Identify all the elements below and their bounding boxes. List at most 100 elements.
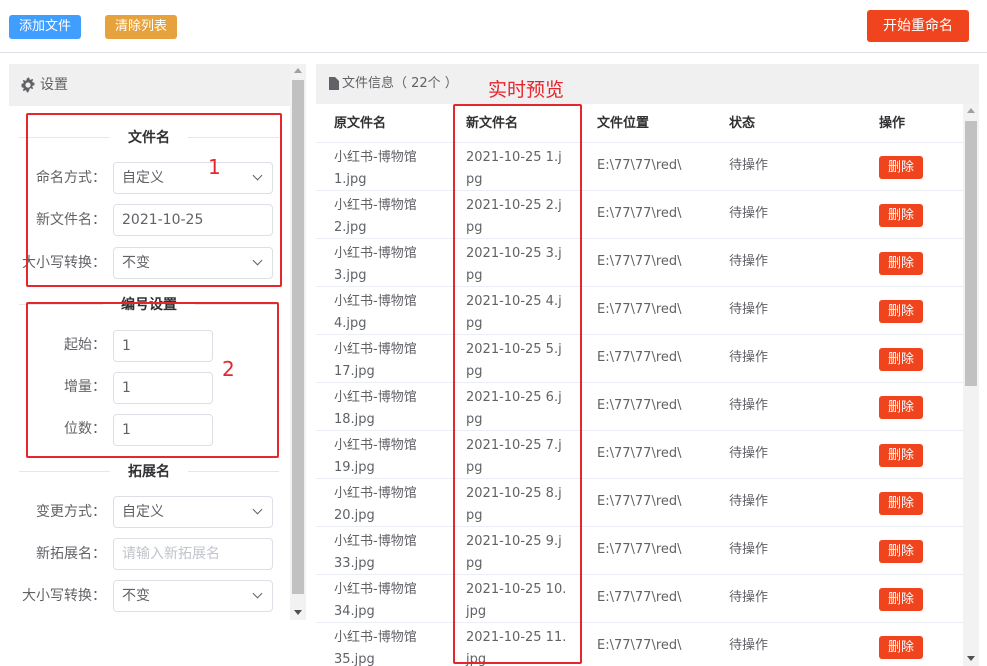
- settings-scrollbar[interactable]: [290, 64, 306, 620]
- scroll-down-icon[interactable]: [967, 656, 975, 661]
- delete-button[interactable]: 删除: [879, 636, 923, 659]
- naming-mode-label: 命名方式：: [36, 170, 106, 186]
- table-row: 小红书-博物馆 1.jpg 2021-10-25 1.j pg E:\77\77\red…: [316, 143, 963, 191]
- column-original-name: 原文件名: [334, 116, 387, 131]
- case-convert-select[interactable]: 不变: [113, 247, 273, 279]
- top-toolbar: 添加文件 清除列表 开始重命名: [0, 0, 987, 53]
- file-info-title: 文件信息（ 22个 ）: [342, 76, 458, 91]
- scroll-up-icon[interactable]: [967, 108, 975, 113]
- delete-button[interactable]: 删除: [879, 252, 923, 275]
- original-name-line: 小红书-博物馆: [334, 534, 417, 549]
- new-name-cell: 2021-10-25 1.j pg: [466, 147, 581, 191]
- case-convert-label: 大小写转换：: [22, 255, 106, 271]
- ext-mode-select[interactable]: 自定义: [113, 496, 273, 528]
- new-name-line: jpg: [466, 604, 487, 619]
- new-name-cell: 2021-10-25 4.j pg: [466, 291, 581, 335]
- clear-list-button[interactable]: 清除列表: [105, 15, 177, 39]
- status-cell: 待操作: [729, 350, 769, 365]
- table-row: 小红书-博物馆 33.jpg 2021-10-25 9.j pg E:\77\77\re…: [316, 527, 963, 575]
- status-cell: 待操作: [729, 590, 769, 605]
- new-filename-input[interactable]: [113, 204, 273, 236]
- ext-case-select[interactable]: 不变: [113, 580, 273, 612]
- original-name-cell: 小红书-博物馆 3.jpg: [334, 243, 444, 287]
- settings-panel: 设置 文件名 命名方式： 自定义 新文件名： 大小写转换： 不变 编号设置 起始…: [9, 64, 306, 620]
- add-files-button[interactable]: 添加文件: [9, 15, 81, 39]
- scrollbar-thumb[interactable]: [965, 121, 977, 386]
- digits-input[interactable]: [113, 414, 213, 446]
- delete-button[interactable]: 删除: [879, 300, 923, 323]
- settings-header: 设置: [9, 64, 290, 106]
- original-name-cell: 小红书-博物馆 20.jpg: [334, 483, 444, 527]
- scroll-up-icon[interactable]: [294, 68, 302, 73]
- settings-title: 设置: [40, 77, 68, 93]
- original-name-line: 小红书-博物馆: [334, 342, 417, 357]
- location-cell: E:\77\77\red\: [597, 206, 682, 221]
- new-name-cell: 2021-10-25 8.j pg: [466, 483, 581, 527]
- original-name-line: 18.jpg: [334, 412, 375, 427]
- original-name-line: 33.jpg: [334, 556, 375, 571]
- gear-icon: [21, 77, 35, 93]
- table-row: 小红书-博物馆 3.jpg 2021-10-25 3.j pg E:\77\77\red…: [316, 239, 963, 287]
- start-rename-button[interactable]: 开始重命名: [867, 10, 969, 42]
- original-name-line: 19.jpg: [334, 460, 375, 475]
- original-name-cell: 小红书-博物馆 4.jpg: [334, 291, 444, 335]
- document-icon: [329, 77, 339, 90]
- delete-button[interactable]: 删除: [879, 588, 923, 611]
- scrollbar-thumb[interactable]: [292, 80, 304, 594]
- new-name-line: 2021-10-25 6.j: [466, 390, 562, 405]
- location-cell: E:\77\77\red\: [597, 302, 682, 317]
- delete-button[interactable]: 删除: [879, 348, 923, 371]
- original-name-cell: 小红书-博物馆 19.jpg: [334, 435, 444, 479]
- delete-button[interactable]: 删除: [879, 492, 923, 515]
- extension-section-heading: 拓展名: [19, 461, 279, 481]
- new-name-line: pg: [466, 316, 483, 331]
- new-name-cell: 2021-10-25 3.j pg: [466, 243, 581, 287]
- new-extension-input[interactable]: [113, 538, 273, 570]
- annotation-number-2: 2: [222, 357, 235, 381]
- delete-button[interactable]: 删除: [879, 156, 923, 179]
- new-name-cell: 2021-10-25 9.j pg: [466, 531, 581, 575]
- status-cell: 待操作: [729, 542, 769, 557]
- original-name-cell: 小红书-博物馆 17.jpg: [334, 339, 444, 383]
- delete-button[interactable]: 删除: [879, 204, 923, 227]
- table-header: 原文件名 新文件名 文件位置 状态 操作: [316, 104, 963, 143]
- scroll-down-icon[interactable]: [294, 610, 302, 615]
- chevron-down-icon: [252, 504, 263, 515]
- table-row: 小红书-博物馆 19.jpg 2021-10-25 7.j pg E:\77\77\re…: [316, 431, 963, 479]
- original-name-cell: 小红书-博物馆 34.jpg: [334, 579, 444, 623]
- file-table-scrollbar[interactable]: [963, 104, 979, 666]
- annotation-preview-label: 实时预览: [488, 79, 565, 101]
- status-cell: 待操作: [729, 398, 769, 413]
- naming-mode-select[interactable]: 自定义: [113, 162, 273, 194]
- delete-button[interactable]: 删除: [879, 396, 923, 419]
- new-name-line: pg: [466, 268, 483, 283]
- new-name-line: 2021-10-25 11.: [466, 630, 567, 645]
- original-name-line: 3.jpg: [334, 268, 367, 283]
- original-name-cell: 小红书-博物馆 33.jpg: [334, 531, 444, 575]
- new-name-line: 2021-10-25 3.j: [466, 246, 562, 261]
- location-cell: E:\77\77\red\: [597, 590, 682, 605]
- location-cell: E:\77\77\red\: [597, 494, 682, 509]
- new-name-line: pg: [466, 172, 483, 187]
- new-name-line: 2021-10-25 9.j: [466, 534, 562, 549]
- original-name-line: 小红书-博物馆: [334, 198, 417, 213]
- delete-button[interactable]: 删除: [879, 444, 923, 467]
- status-cell: 待操作: [729, 254, 769, 269]
- table-row: 小红书-博物馆 17.jpg 2021-10-25 5.j pg E:\77\77\re…: [316, 335, 963, 383]
- start-number-label: 起始：: [64, 337, 106, 353]
- original-name-line: 小红书-博物馆: [334, 150, 417, 165]
- original-name-cell: 小红书-博物馆 18.jpg: [334, 387, 444, 431]
- table-row: 小红书-博物馆 35.jpg 2021-10-25 11. jpg E:\77\77\r…: [316, 623, 963, 666]
- new-name-cell: 2021-10-25 5.j pg: [466, 339, 581, 383]
- new-name-cell: 2021-10-25 11. jpg: [466, 627, 581, 666]
- original-name-line: 小红书-博物馆: [334, 294, 417, 309]
- location-cell: E:\77\77\red\: [597, 542, 682, 557]
- original-name-line: 2.jpg: [334, 220, 367, 235]
- chevron-down-icon: [252, 588, 263, 599]
- increment-input[interactable]: [113, 372, 213, 404]
- delete-button[interactable]: 删除: [879, 540, 923, 563]
- new-name-line: pg: [466, 220, 483, 235]
- start-number-input[interactable]: [113, 330, 213, 362]
- status-cell: 待操作: [729, 158, 769, 173]
- column-action: 操作: [879, 116, 906, 131]
